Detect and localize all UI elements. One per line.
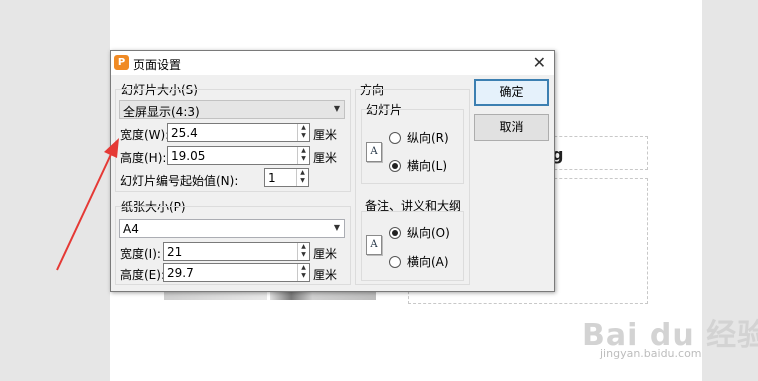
annotation-arrow [56,138,119,271]
